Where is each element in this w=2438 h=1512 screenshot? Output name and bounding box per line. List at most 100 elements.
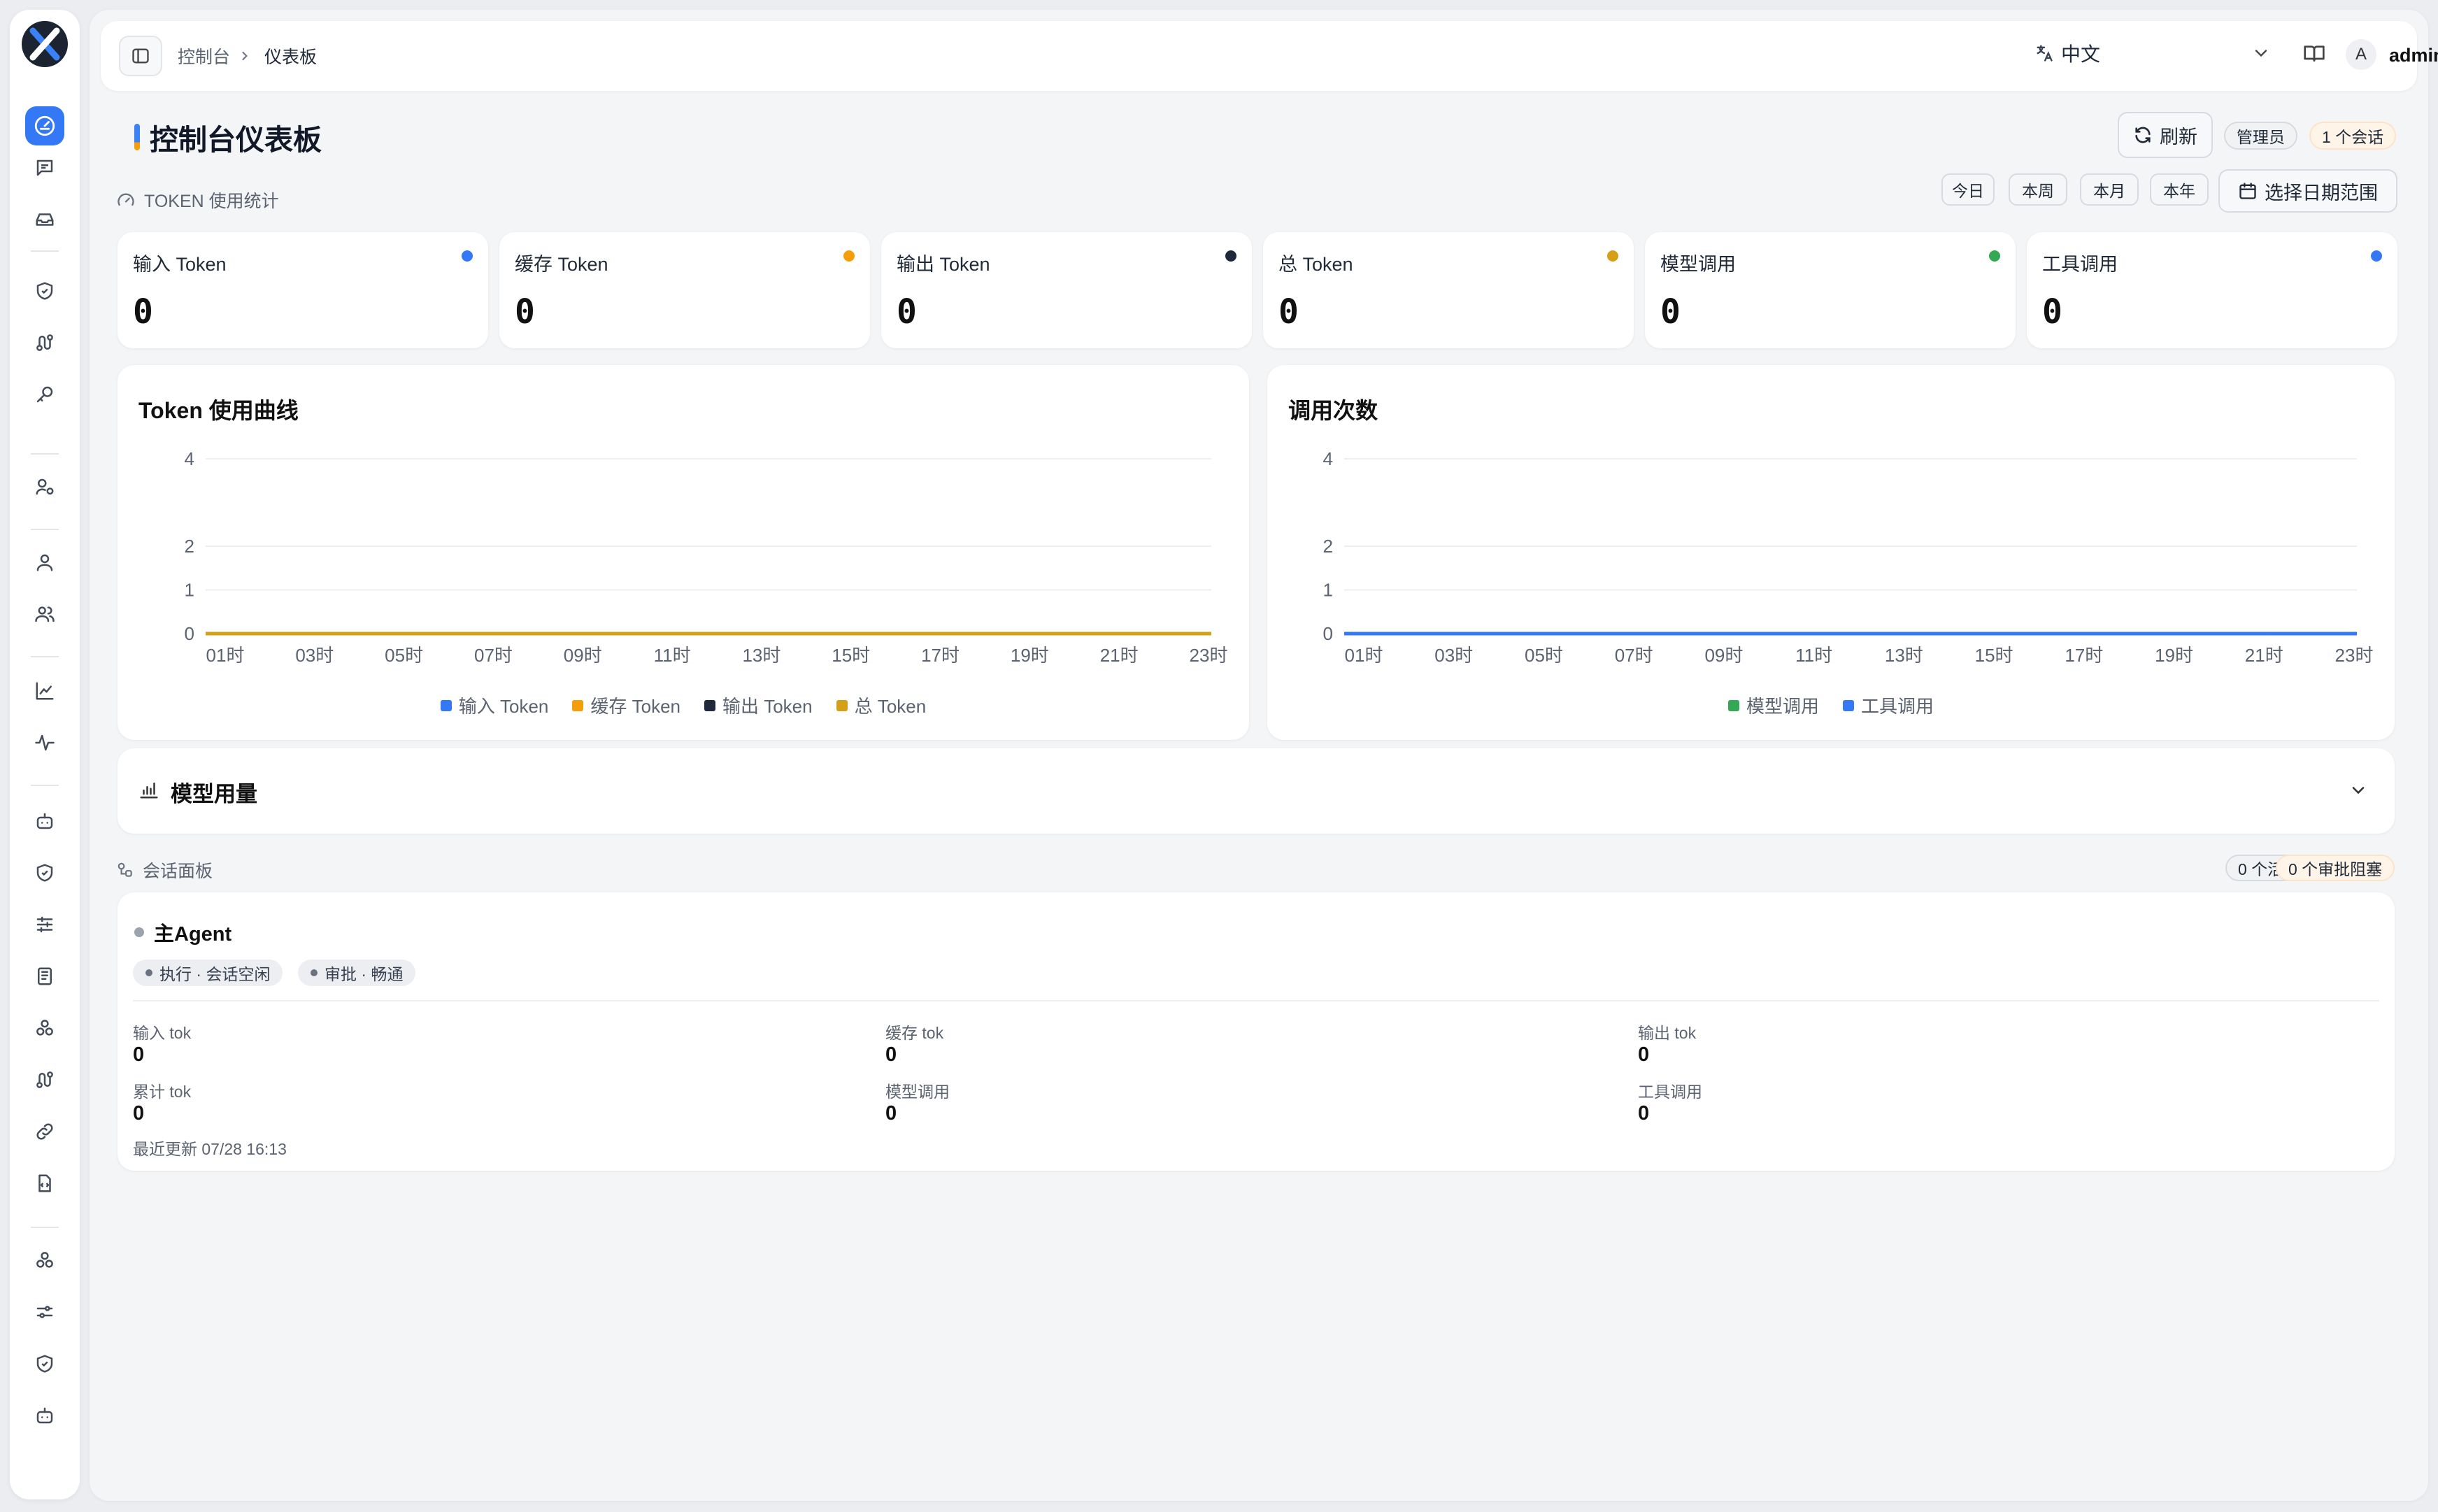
- range-month-button[interactable]: 本月: [2080, 173, 2139, 206]
- legend-label: 工具调用: [1861, 696, 1934, 717]
- nav-route-icon[interactable]: [31, 329, 59, 357]
- stat-label: 工具调用: [2042, 254, 2118, 275]
- x-tick-label: 23时: [1190, 645, 1228, 666]
- nav-shield-icon-2[interactable]: [31, 1350, 59, 1378]
- nav-file-code-icon[interactable]: [31, 1169, 59, 1197]
- breadcrumb-root[interactable]: 控制台: [178, 43, 230, 69]
- app-logo[interactable]: [22, 21, 68, 67]
- nav-inbox-icon[interactable]: [31, 206, 59, 234]
- legend-item[interactable]: 工具调用: [1843, 692, 1934, 718]
- session-panel-label: 会话面板: [116, 857, 213, 883]
- stat-card-output-token: 输出 Token 0: [881, 232, 1252, 348]
- legend-label: 总 Token: [854, 696, 927, 717]
- nav-dashboard-icon[interactable]: [25, 106, 64, 145]
- title-accent-bar: [134, 124, 140, 150]
- nav-modules-icon-2[interactable]: [31, 1246, 59, 1274]
- legend-item[interactable]: 模型调用: [1727, 692, 1819, 718]
- stat-indicator-dot: [1607, 250, 1618, 262]
- nav-shield-icon[interactable]: [31, 859, 59, 887]
- stat-value: 0: [133, 292, 153, 331]
- nav-route-icon-2[interactable]: [31, 1066, 59, 1094]
- range-today-button[interactable]: 今日: [1941, 173, 1995, 206]
- model-usage-title: 模型用量: [171, 782, 257, 806]
- translate-icon: [2037, 45, 2053, 62]
- metric-value: 0: [1638, 1043, 1650, 1066]
- metric-label: 缓存 tok: [885, 1024, 944, 1042]
- nav-chat-icon[interactable]: [31, 154, 59, 182]
- date-range-label: 选择日期范围: [2265, 182, 2378, 204]
- y-tick-label: 4: [185, 448, 194, 469]
- x-tick-label: 07时: [1615, 645, 1653, 666]
- x-tick-label: 17时: [921, 645, 960, 666]
- refresh-label: 刷新: [2160, 126, 2197, 148]
- legend-item[interactable]: 输入 Token: [440, 692, 548, 718]
- range-year-button[interactable]: 本年: [2150, 173, 2209, 206]
- nav-users-icon[interactable]: [31, 600, 59, 628]
- model-usage-panel[interactable]: 模型用量: [117, 748, 2395, 834]
- nav-activity-icon[interactable]: [31, 729, 59, 757]
- legend-item[interactable]: 总 Token: [836, 692, 927, 718]
- agent-execution-tag: 执行 · 会话空闲: [133, 960, 283, 986]
- token-usage-chart: 0 1 2 4 01时 03时 05时 07时 09时 11时 13时 15时 17时 19时 21时 23时: [185, 448, 1228, 666]
- tag-label: 审批 · 畅通: [325, 965, 404, 983]
- nav-modules-icon[interactable]: [31, 1014, 59, 1042]
- username-label[interactable]: admin: [2389, 45, 2438, 66]
- nav-book-icon[interactable]: [31, 962, 59, 990]
- x-tick-label: 09时: [1704, 645, 1743, 666]
- metric-label: 输出 tok: [1638, 1024, 1697, 1042]
- agent-name-row: 主Agent: [134, 918, 231, 947]
- session-icon: [117, 862, 132, 877]
- stat-value: 0: [897, 292, 917, 331]
- nav-bot-icon-2[interactable]: [31, 1402, 59, 1429]
- sidebar: [10, 10, 80, 1499]
- metric-value: 0: [885, 1043, 897, 1066]
- stat-label: 总 Token: [1278, 254, 1353, 275]
- stat-value: 0: [2042, 292, 2062, 331]
- metric-label: 累计 tok: [133, 1083, 192, 1101]
- x-tick-label: 23时: [2335, 645, 2374, 666]
- session-count-badge: 1 个会话: [2309, 122, 2397, 150]
- y-tick-label: 2: [185, 536, 194, 557]
- stat-card-model-calls: 模型调用 0: [1645, 232, 2016, 348]
- language-label: 中文: [2061, 43, 2101, 65]
- nav-bot-icon[interactable]: [31, 807, 59, 835]
- docs-book-icon[interactable]: [2303, 42, 2325, 64]
- refresh-button[interactable]: 刷新: [2118, 112, 2213, 158]
- legend-swatch: [1727, 699, 1739, 711]
- x-tick-label: 05时: [1525, 645, 1563, 666]
- x-tick-label: 11时: [1795, 645, 1832, 666]
- nav-shield-check-icon[interactable]: [31, 277, 59, 305]
- nav-settings-toggle-icon[interactable]: [31, 1298, 59, 1326]
- chevron-down-icon[interactable]: [2348, 780, 2368, 800]
- sidebar-toggle-button[interactable]: [119, 36, 162, 76]
- nav-user-icon[interactable]: [31, 548, 59, 576]
- stat-card-cache-token: 缓存 Token 0: [499, 232, 870, 348]
- x-tick-label: 21时: [1100, 645, 1139, 666]
- x-tick-label: 01时: [1345, 645, 1383, 666]
- nav-user-settings-icon[interactable]: [31, 473, 59, 501]
- legend-swatch: [440, 699, 452, 711]
- stat-label: 缓存 Token: [515, 254, 608, 275]
- agent-last-updated: 最近更新 07/28 16:13: [133, 1140, 287, 1158]
- user-avatar[interactable]: A: [2346, 39, 2376, 70]
- language-chevron-down-icon[interactable]: [2251, 43, 2271, 63]
- approval-blocked-badge: 0 个审批阻塞: [2276, 855, 2395, 881]
- legend-swatch: [572, 699, 584, 711]
- nav-key-icon[interactable]: [31, 380, 59, 408]
- stat-indicator-dot: [1989, 250, 2000, 262]
- y-tick-label: 1: [1323, 580, 1333, 601]
- stat-indicator-dot: [843, 250, 855, 262]
- date-range-picker-button[interactable]: 选择日期范围: [2218, 169, 2397, 213]
- legend-swatch: [1843, 699, 1854, 711]
- x-tick-label: 03时: [1434, 645, 1473, 666]
- language-selector[interactable]: 中文: [2034, 39, 2100, 67]
- legend-item[interactable]: 缓存 Token: [572, 692, 680, 718]
- agent-session-card[interactable]: 主Agent 执行 · 会话空闲 审批 · 畅通 输入 tok 0 缓存 tok…: [117, 892, 2395, 1171]
- nav-line-chart-icon[interactable]: [31, 677, 59, 705]
- nav-link-icon[interactable]: [31, 1118, 59, 1146]
- range-week-button[interactable]: 本周: [2009, 173, 2067, 206]
- metric-value: 0: [1638, 1102, 1650, 1125]
- x-tick-label: 15时: [1975, 645, 2013, 666]
- legend-item[interactable]: 输出 Token: [704, 692, 813, 718]
- nav-sliders-icon[interactable]: [31, 911, 59, 939]
